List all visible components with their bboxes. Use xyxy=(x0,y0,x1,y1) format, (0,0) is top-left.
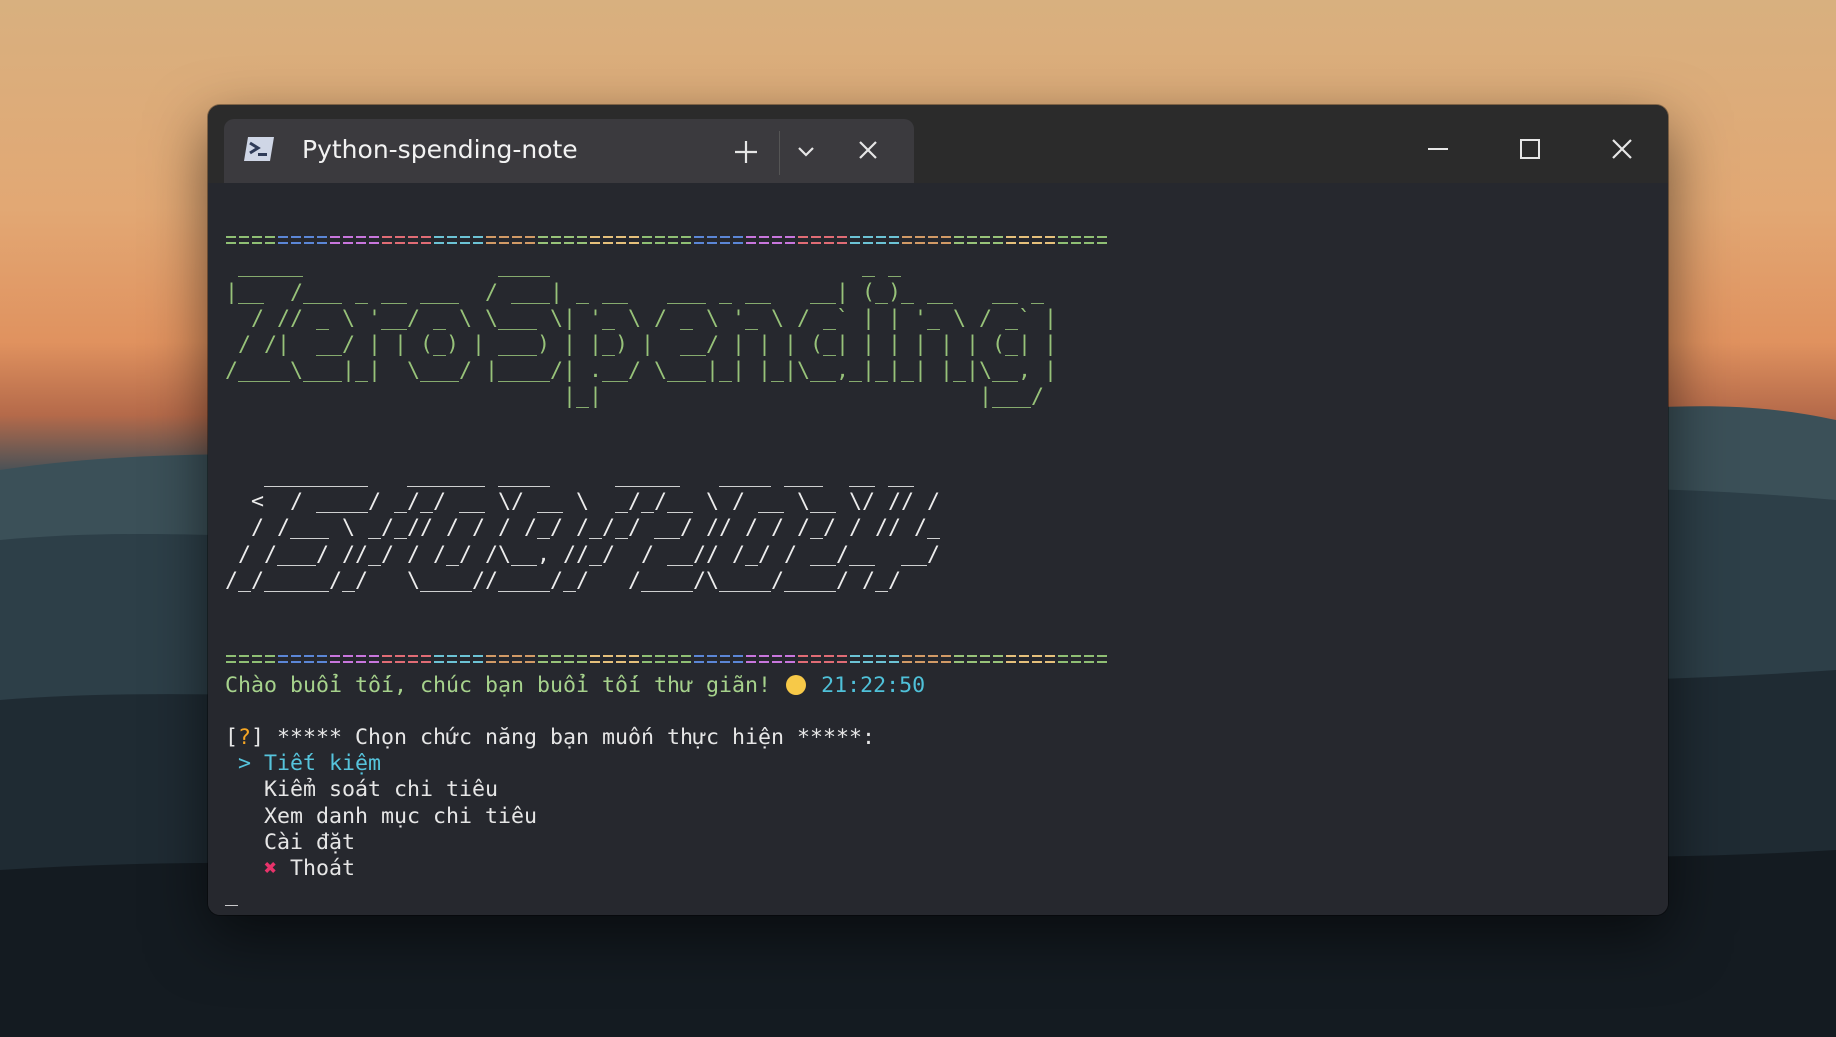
prompt-line: [?] ***** Chọn chức năng bạn muốn thực h… xyxy=(225,725,876,751)
year-banner: ________ ______ ____ _____ ____ ___ __ _… xyxy=(225,463,941,593)
cursor: _ xyxy=(225,882,239,908)
close-tab-icon[interactable] xyxy=(856,138,880,162)
menu-item-kiem-soat[interactable]: Kiểm soát chi tiêu xyxy=(264,777,498,802)
menu-item-xem-danh-muc[interactable]: Xem danh mục chi tiêu xyxy=(264,804,537,829)
menu-item-tiet-kiem[interactable]: > Tiết kiệm xyxy=(238,751,381,776)
terminal-output[interactable]: _____ ____ _ _ |__ /___ _ __ ___ / ___| … xyxy=(208,183,1668,915)
maximize-button[interactable] xyxy=(1484,123,1576,173)
greeting-text: Chào buổi tối, chúc bạn buổi tối thư giã… xyxy=(225,672,772,698)
minimize-button[interactable] xyxy=(1392,123,1484,173)
title-bar: Python-spending-note xyxy=(208,105,1668,183)
menu-item-cai-dat[interactable]: Cài đặt xyxy=(264,830,355,855)
smile-icon xyxy=(786,674,807,695)
bottom-divider xyxy=(225,646,1109,672)
clock-time: 21:22:50 xyxy=(821,672,926,698)
top-divider xyxy=(225,227,1109,253)
powershell-icon xyxy=(244,135,276,163)
tab-title: Python-spending-note xyxy=(302,135,578,164)
new-tab-button[interactable] xyxy=(733,139,759,165)
zero-spending-banner: _____ ____ _ _ |__ /___ _ __ ___ / ___| … xyxy=(225,253,1071,410)
cross-icon: ✖ xyxy=(264,856,278,882)
menu-item-thoat[interactable]: ✖ Thoát xyxy=(264,856,355,881)
close-window-button[interactable] xyxy=(1576,123,1668,173)
tab-separator xyxy=(779,131,780,175)
chevron-down-icon[interactable] xyxy=(796,145,816,159)
terminal-window: Python-spending-note _____ ____ _ _ |__ … xyxy=(208,105,1668,915)
